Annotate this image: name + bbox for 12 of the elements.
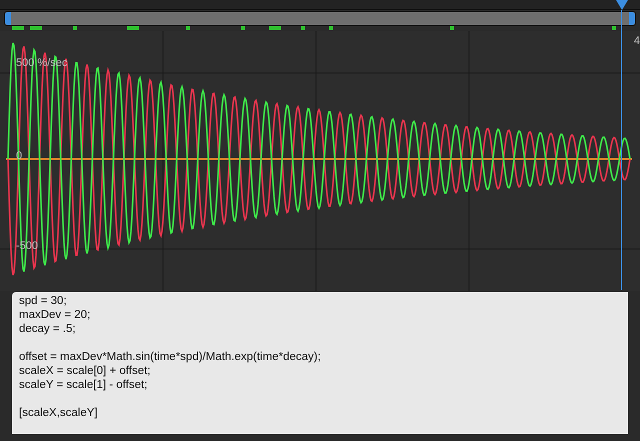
code-line: [scaleX,scaleY] [19,406,99,420]
code-line: maxDev = 20; [19,308,92,322]
range-end-handle[interactable] [629,12,635,25]
axis-label: 4 [634,34,640,49]
code-line: scaleY = scale[1] - offset; [19,378,148,392]
range-start-handle[interactable] [5,12,11,25]
expression-editor[interactable]: spd = 30; maxDev = 20; decay = .5; offset = maxDev*Math.sin(time*spd)/Math.exp(time*decay); scaleX = scale[0] + offset; scaleY = scale[1] - offset; [scaleX,scaleY] [12,292,628,434]
code-line: scaleX = scale[0] + offset; [19,364,152,378]
work-area-bar[interactable] [4,11,636,26]
code-line: decay = .5; [19,322,77,336]
code-line: spd = 30; [19,294,68,308]
code-line: offset = maxDev*Math.sin(time*spd)/Math.exp(time*decay); [19,350,322,364]
